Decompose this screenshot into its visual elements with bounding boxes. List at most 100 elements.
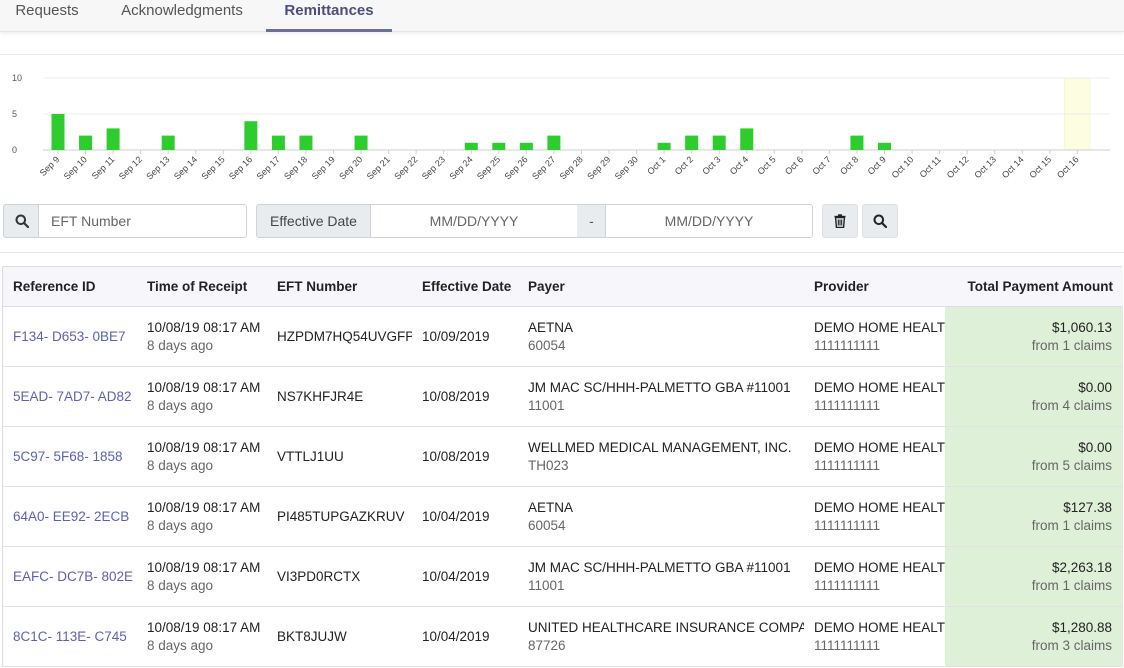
cell-eft-number: VI3PD0RCTX [277, 568, 361, 584]
cell-time-of-receipt: 10/08/19 08:17 AM 8 days ago [137, 486, 267, 546]
table-row[interactable]: 5EAD- 7AD7- AD82 10/08/19 08:17 AM 8 days … [3, 366, 1123, 426]
search-button[interactable] [862, 204, 898, 238]
cell-effective-date: 10/04/2019 [422, 508, 490, 524]
chart-bar [492, 142, 506, 150]
chart-bar [519, 142, 533, 150]
cell-total-payment-amount: $1,060.13 from 1 claims [945, 306, 1123, 366]
x-tick-label: Oct 2 [673, 154, 695, 176]
receipt-time: 10/08/19 08:17 AM [147, 439, 261, 455]
chart-bar [106, 128, 120, 150]
cell-provider: DEMO HOME HEALTH 1111111111 [804, 606, 945, 666]
header-provider[interactable]: Provider [804, 267, 945, 307]
cell-eft-number: PI485TUPGAZKRUV [277, 508, 405, 524]
provider-id: 1111111111 [814, 337, 881, 353]
x-tick-label: Oct 13 [972, 154, 998, 180]
claims-count: from 1 claims [1031, 337, 1112, 353]
cell-reference-id[interactable]: 5C97- 5F68- 1858 [3, 426, 137, 486]
cell-total-payment-amount: $0.00 from 5 claims [945, 426, 1123, 486]
effective-date-to-input[interactable] [605, 204, 813, 238]
x-tick-label: Sep 19 [310, 154, 337, 181]
payer-name: WELLMED MEDICAL MANAGEMENT, INC. [528, 439, 792, 455]
provider-name: DEMO HOME HEALTH [814, 559, 945, 575]
reference-id-link[interactable]: 8C1C- 113E- C745 [13, 629, 127, 644]
payer-id: 87726 [528, 637, 566, 653]
cell-time-of-receipt: 10/08/19 08:17 AM 8 days ago [137, 426, 267, 486]
cell-payer: JM MAC SC/HHH-PALMETTO GBA #11001 11001 [518, 366, 804, 426]
filter-divider [0, 252, 1124, 253]
chart-bar [547, 135, 561, 150]
header-time-of-receipt[interactable]: Time of Receipt [137, 267, 267, 307]
provider-name: DEMO HOME HEALTH [814, 319, 945, 335]
x-tick-label: Sep 16 [227, 154, 254, 181]
table-row[interactable]: EAFC- DC7B- 802E 10/08/19 08:17 AM 8 days … [3, 546, 1123, 606]
receipt-time: 10/08/19 08:17 AM [147, 619, 261, 635]
header-total-payment-amount[interactable]: Total Payment Amount [945, 267, 1123, 307]
y-tick-label: 5 [12, 109, 17, 119]
table-row[interactable]: 64A0- EE92- 2ECB 10/08/19 08:17 AM 8 days … [3, 486, 1123, 546]
search-icon [15, 214, 29, 228]
cell-reference-id[interactable]: 8C1C- 113E- C745 [3, 606, 137, 666]
receipt-time: 10/08/19 08:17 AM [147, 499, 261, 515]
tab-acknowledgments[interactable]: Acknowledgments [94, 0, 270, 32]
provider-name: DEMO HOME HEALTH [814, 619, 945, 635]
header-eft-number[interactable]: EFT Number [267, 267, 412, 307]
x-tick-label: Oct 7 [811, 154, 833, 176]
table-header-row: Reference ID Time of Receipt EFT Number … [3, 267, 1123, 307]
receipt-relative-time: 8 days ago [147, 337, 214, 353]
cell-eft-number: BKT8JUJW [277, 628, 347, 644]
x-tick-label: Oct 5 [755, 154, 777, 176]
table-row[interactable]: 5C97- 5F68- 1858 10/08/19 08:17 AM 8 days … [3, 426, 1123, 486]
reference-id-link[interactable]: 64A0- EE92- 2ECB [13, 509, 129, 524]
eft-search-addon [3, 204, 39, 238]
x-tick-label: Sep 9 [38, 154, 62, 178]
provider-id: 1111111111 [814, 457, 881, 473]
eft-number-input[interactable] [38, 204, 247, 238]
header-reference-id[interactable]: Reference ID [3, 267, 137, 307]
x-tick-label: Sep 14 [172, 154, 199, 181]
payer-id: 11001 [528, 577, 565, 593]
payer-name: AETNA [528, 499, 574, 515]
clear-filters-button[interactable] [822, 204, 858, 238]
tab-requests[interactable]: Requests [0, 0, 94, 32]
x-tick-label: Oct 9 [866, 154, 888, 176]
table-row[interactable]: 8C1C- 113E- C745 10/08/19 08:17 AM 8 days … [3, 606, 1123, 666]
y-tick-label: 0 [12, 145, 17, 155]
cell-reference-id[interactable]: 5EAD- 7AD7- AD82 [3, 366, 137, 426]
cell-time-of-receipt: 10/08/19 08:17 AM 8 days ago [137, 366, 267, 426]
cell-effective-date: 10/08/2019 [422, 448, 490, 464]
x-tick-label: Sep 13 [144, 154, 171, 181]
provider-name: DEMO HOME HEALTH [814, 499, 945, 515]
reference-id-link[interactable]: F134- D653- 0BE7 [13, 329, 126, 344]
chart-bar [850, 135, 864, 150]
x-tick-label: Sep 15 [199, 154, 226, 181]
date-range-separator: - [577, 204, 606, 238]
x-tick-label: Oct 15 [1027, 154, 1053, 180]
x-tick-label: Sep 25 [475, 154, 502, 181]
header-effective-date[interactable]: Effective Date [412, 267, 518, 307]
tab-remittances[interactable]: Remittances [266, 0, 392, 32]
x-tick-label: Sep 17 [255, 154, 282, 181]
cell-eft-number: HZPDM7HQ54UVGFP [277, 328, 412, 344]
cell-reference-id[interactable]: EAFC- DC7B- 802E [3, 546, 137, 606]
payer-name: UNITED HEALTHCARE INSURANCE COMPANY [528, 619, 804, 635]
header-payer[interactable]: Payer [518, 267, 804, 307]
x-tick-label: Oct 10 [890, 154, 916, 180]
payer-id: 60054 [528, 337, 566, 353]
payment-amount: $2,263.18 [1051, 559, 1112, 575]
reference-id-link[interactable]: EAFC- DC7B- 802E [13, 569, 133, 584]
chart-bar [271, 135, 285, 150]
claims-count: from 5 claims [1031, 457, 1112, 473]
x-tick-label: Sep 29 [585, 154, 612, 181]
receipt-relative-time: 8 days ago [147, 397, 214, 413]
x-tick-label: Oct 12 [945, 154, 971, 180]
x-tick-label: Oct 8 [838, 154, 860, 176]
chart-bar [79, 135, 93, 150]
effective-date-from-input[interactable] [370, 204, 578, 238]
x-tick-label: Sep 26 [503, 154, 530, 181]
cell-reference-id[interactable]: F134- D653- 0BE7 [3, 306, 137, 366]
x-tick-label: Oct 14 [1000, 154, 1026, 180]
reference-id-link[interactable]: 5C97- 5F68- 1858 [13, 449, 123, 464]
reference-id-link[interactable]: 5EAD- 7AD7- AD82 [13, 389, 132, 404]
table-row[interactable]: F134- D653- 0BE7 10/08/19 08:17 AM 8 days … [3, 306, 1123, 366]
cell-reference-id[interactable]: 64A0- EE92- 2ECB [3, 486, 137, 546]
